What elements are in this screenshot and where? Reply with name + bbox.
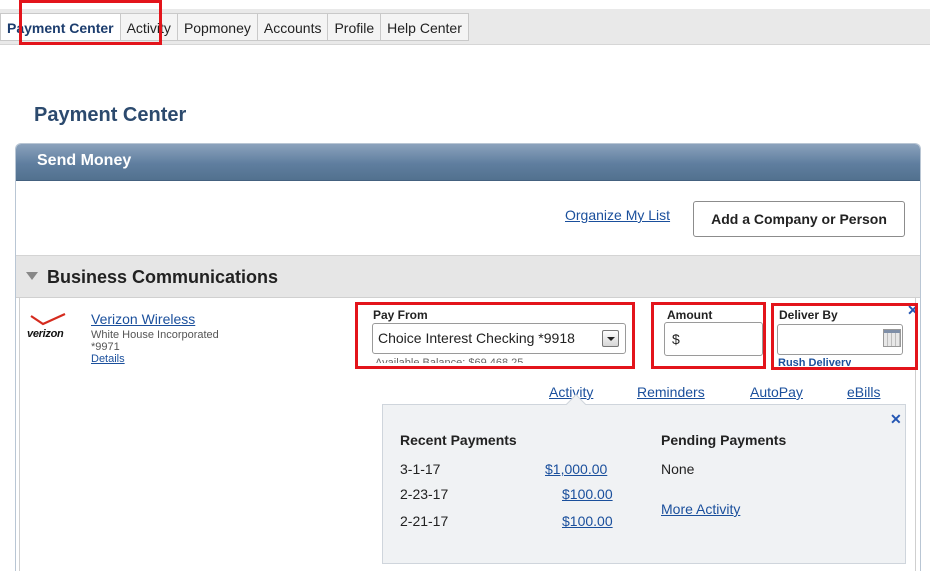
amount-input[interactable]: $	[664, 322, 763, 356]
payment-amount-link[interactable]: $100.00	[562, 513, 613, 529]
available-balance: Available Balance: $69,468.25	[375, 357, 524, 363]
close-icon[interactable]: ✕	[907, 302, 919, 319]
close-icon[interactable]: ✕	[890, 411, 902, 428]
pay-from-selected: Choice Interest Checking *9918	[378, 330, 575, 346]
tab-payment-center[interactable]: Payment Center	[0, 13, 121, 41]
payment-date: 2-23-17	[400, 486, 449, 502]
collapse-arrow-icon[interactable]	[26, 272, 38, 280]
rush-delivery-link[interactable]: Rush Delivery	[778, 357, 851, 366]
more-activity-link[interactable]: More Activity	[661, 501, 740, 517]
category-title: Business Communications	[47, 267, 279, 287]
deliver-by-label: Deliver By	[779, 308, 838, 322]
category-bar[interactable]: Business Communications	[16, 255, 920, 298]
page-title: Payment Center	[34, 104, 187, 126]
payee-account-number: *9971	[91, 341, 120, 353]
payment-date: 2-21-17	[400, 513, 449, 529]
activity-panel: ✕ Recent Payments Pending Payments 3-1-1…	[382, 394, 906, 564]
payee-details-link[interactable]: Details	[91, 353, 125, 365]
payee-company: White House Incorporated	[91, 329, 219, 341]
payee-row: verizon Verizon Wireless White House Inc…	[19, 298, 919, 571]
send-money-panel: Send Money Organize My List Add a Compan…	[15, 143, 921, 571]
tab-activity[interactable]: Activity	[120, 13, 178, 41]
tab-help-center[interactable]: Help Center	[381, 13, 469, 41]
payment-date: 3-1-17	[400, 461, 441, 477]
recent-payments-header: Recent Payments	[400, 432, 517, 448]
dropdown-arrow-icon[interactable]	[602, 330, 619, 347]
tab-accounts[interactable]: Accounts	[257, 13, 329, 41]
pay-from-label: Pay From	[373, 308, 428, 322]
organize-my-list-link[interactable]: Organize My List	[565, 207, 670, 223]
tab-profile[interactable]: Profile	[328, 13, 382, 41]
send-money-header: Send Money	[16, 144, 920, 181]
payment-amount-link[interactable]: $1,000.00	[545, 461, 607, 477]
tab-popmoney[interactable]: Popmoney	[177, 13, 258, 41]
top-nav-tabs: Payment Center Activity Popmoney Account…	[0, 13, 469, 41]
pending-payments-header: Pending Payments	[661, 432, 787, 448]
pay-from-select[interactable]: Choice Interest Checking *9918	[372, 323, 626, 354]
pending-none-text: None	[661, 461, 695, 477]
subtab-reminders[interactable]: Reminders	[637, 384, 705, 400]
payee-name-link[interactable]: Verizon Wireless	[91, 311, 195, 327]
calendar-icon[interactable]	[883, 329, 901, 347]
amount-label: Amount	[667, 308, 713, 322]
verizon-check-mark	[30, 312, 66, 326]
subtab-autopay[interactable]: AutoPay	[750, 384, 803, 400]
verizon-logo: verizon	[27, 312, 87, 346]
logo-text: verizon	[27, 328, 64, 340]
subtab-ebills[interactable]: eBills	[847, 384, 880, 400]
add-company-or-person-button[interactable]: Add a Company or Person	[693, 201, 905, 237]
payment-amount-link[interactable]: $100.00	[562, 486, 613, 502]
